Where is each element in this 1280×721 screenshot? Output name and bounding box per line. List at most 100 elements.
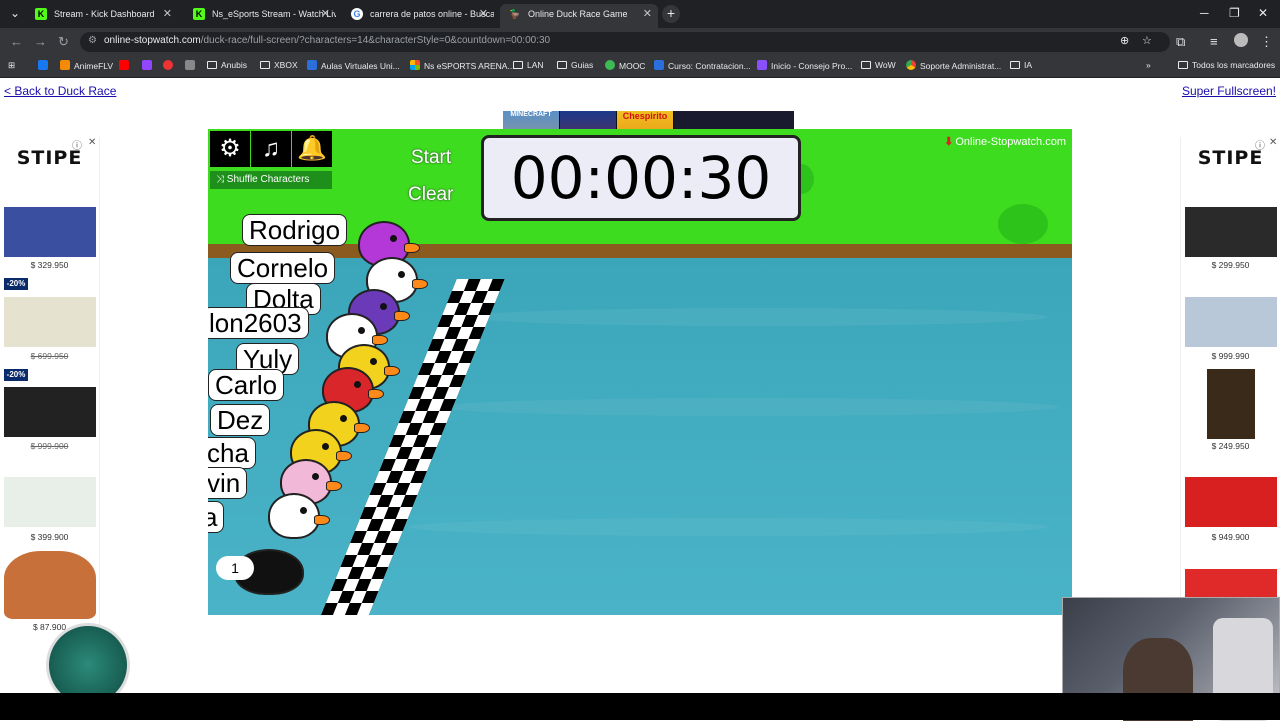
minimize-icon[interactable]: ─ [1200, 6, 1209, 20]
site-info-icon[interactable]: ⚙ [88, 35, 97, 46]
product-price: $ 329.950 [30, 260, 69, 270]
bookmark-wow[interactable]: WoW [861, 60, 896, 70]
folder-icon [1010, 61, 1020, 69]
menu-icon[interactable]: ⋮ [1260, 34, 1273, 50]
back-to-duck-race-link[interactable]: < Back to Duck Race [4, 84, 116, 98]
forward-icon[interactable]: → [34, 34, 47, 49]
bookmark-star-icon[interactable]: ☆ [1142, 34, 1152, 47]
music-icon[interactable]: ♫ [251, 131, 291, 167]
address-bar-row: ← → ↻ ⚙ online-stopwatch.com/duck-race/f… [0, 28, 1280, 56]
kick-icon: K [193, 8, 205, 20]
duck-race-game[interactable]: ⚙ ♫ 🔔 ⤨ Shuffle Characters Start Clear 0… [208, 129, 1072, 615]
duck-eye [322, 443, 329, 450]
product-image [4, 387, 96, 437]
close-icon[interactable]: ✕ [163, 4, 172, 24]
duck-eye [312, 473, 319, 480]
duck-beak [404, 243, 420, 253]
reload-icon[interactable]: ↻ [58, 34, 69, 50]
super-fullscreen-link[interactable]: Super Fullscreen! [1182, 84, 1276, 98]
url-text[interactable]: online-stopwatch.com/duck-race/full-scre… [104, 35, 550, 46]
bookmark-soporte[interactable]: Soporte Administrat... [906, 60, 1001, 71]
bookmark-curso[interactable]: Curso: Contratacion... [654, 60, 751, 71]
product-image [1185, 297, 1277, 347]
bookmark-lan[interactable]: LAN [513, 60, 544, 70]
new-tab-button[interactable]: + [662, 5, 680, 23]
bookmark-ns-esports-arena[interactable]: Ns eSPORTS ARENA... [410, 60, 515, 71]
tab-search-icon[interactable]: ⌄ [10, 6, 20, 20]
left-side-ad[interactable]: ⓘ ✕ STIPE $ 329.950 -20% $ 699.950 -20% … [0, 137, 100, 637]
shuffle-label: Shuffle Characters [226, 174, 310, 185]
racer-name-tag: lon2603 [208, 307, 309, 339]
facebook-icon[interactable] [38, 60, 52, 71]
youtube-icon[interactable] [119, 60, 133, 71]
twitch-icon[interactable] [142, 60, 156, 71]
bookmark-label: IA [1024, 60, 1033, 70]
tab-title: Stream - Kick Dashboard [54, 9, 155, 19]
tab-kick-dashboard[interactable]: K Stream - Kick Dashboard ✕ [26, 4, 178, 28]
product-price: $ 249.950 [1211, 441, 1250, 451]
tab-list-icon[interactable]: ≡ [1210, 34, 1218, 49]
settings-gear-icon[interactable]: ⚙ [210, 131, 250, 167]
url-bar[interactable]: ⚙ online-stopwatch.com/duck-race/full-sc… [80, 32, 1170, 52]
bookmark-ia[interactable]: IA [1010, 60, 1032, 70]
folder-icon [861, 61, 871, 69]
clear-button[interactable]: Clear [408, 184, 453, 206]
zoom-icon[interactable]: ⊕ [1120, 34, 1129, 47]
bookmarks-overflow-icon[interactable]: » [1146, 60, 1151, 70]
url-host: online-stopwatch.com [104, 35, 201, 46]
tab-title: Online Duck Race Game [528, 9, 628, 19]
start-button[interactable]: Start [411, 147, 451, 169]
folder-icon [557, 61, 567, 69]
discount-badge: -20% [4, 278, 28, 290]
close-icon[interactable]: ✕ [479, 4, 488, 24]
pokeball-icon[interactable] [163, 60, 177, 71]
animeflv-icon [60, 60, 70, 70]
folder-icon [207, 61, 217, 69]
bookmark-anubis[interactable]: Anubis [207, 60, 247, 70]
duck-beak [314, 515, 330, 525]
bookmark-aulas-virtuales[interactable]: Aulas Virtuales Uni... [307, 60, 400, 71]
bookmark-label: Soporte Administrat... [920, 61, 1002, 71]
tab-strip: ⌄ K Stream - Kick Dashboard ✕ K Ns_eSpor… [0, 0, 1280, 28]
site-icon [605, 60, 615, 70]
bookmark-animeflv[interactable]: AnimeFLV [60, 60, 113, 71]
bookmark-guias[interactable]: Guias [557, 60, 593, 70]
right-side-ad[interactable]: ⓘ ✕ STIPE $ 299.950 $ 999.990 $ 249.950 … [1180, 137, 1280, 637]
bookmark-label: AnimeFLV [74, 61, 114, 71]
window-close-icon[interactable]: ✕ [1258, 6, 1268, 20]
bookmarks-bar: ⊞ AnimeFLV Anubis XBOX Aulas Virtuales U… [0, 56, 1280, 78]
close-icon[interactable]: ✕ [321, 4, 330, 24]
all-bookmarks[interactable]: Todos los marcadores [1178, 60, 1275, 70]
bookmark-label: Todos los marcadores [1192, 60, 1276, 70]
extensions-icon[interactable]: ⧉ [1176, 34, 1185, 50]
bookmark-label: Guias [571, 60, 594, 70]
close-icon[interactable]: ✕ [643, 4, 652, 24]
duck-eye [380, 303, 387, 310]
tab-google-search[interactable]: G carrera de patos online - Busca ✕ [342, 4, 494, 28]
sound-bell-icon[interactable]: 🔔 [292, 131, 332, 167]
bookmark-label: MOOC [619, 61, 646, 71]
racer-name-tag: cha [208, 437, 256, 469]
product-price: $ 699.950 [30, 351, 69, 361]
riverbank [208, 244, 1072, 258]
product-price: $ 949.900 [1211, 532, 1250, 542]
product-image [4, 477, 96, 527]
bookmark-consejo[interactable]: Inicio - Consejo Pro... [757, 60, 852, 71]
back-icon[interactable]: ← [10, 34, 23, 49]
bookmark-mooc[interactable]: MOOC [605, 60, 645, 71]
restore-icon[interactable]: ❐ [1229, 6, 1240, 20]
tab-online-duck-race[interactable]: 🦆 Online Duck Race Game ✕ [500, 4, 658, 28]
bookmark-label: Inicio - Consejo Pro... [771, 61, 853, 71]
shuffle-characters-button[interactable]: ⤨ Shuffle Characters [210, 171, 332, 189]
duck-beak [326, 481, 342, 491]
online-stopwatch-brand[interactable]: ⬇ Online-Stopwatch.com [944, 135, 1066, 148]
apps-grid-icon[interactable]: ⊞ [8, 60, 15, 71]
bookmark-xbox[interactable]: XBOX [260, 60, 298, 70]
racer-name-tag: Cornelo [230, 252, 336, 284]
url-path: /duck-race/full-screen/?characters=14&ch… [200, 35, 551, 46]
product-image [1185, 207, 1277, 257]
tab-ns-esports-stream[interactable]: K Ns_eSports Stream - Watch Live ✕ [184, 4, 336, 28]
product-price: $ 999.900 [30, 441, 69, 451]
tool-icon[interactable] [185, 60, 199, 71]
profile-avatar[interactable] [1234, 33, 1248, 47]
